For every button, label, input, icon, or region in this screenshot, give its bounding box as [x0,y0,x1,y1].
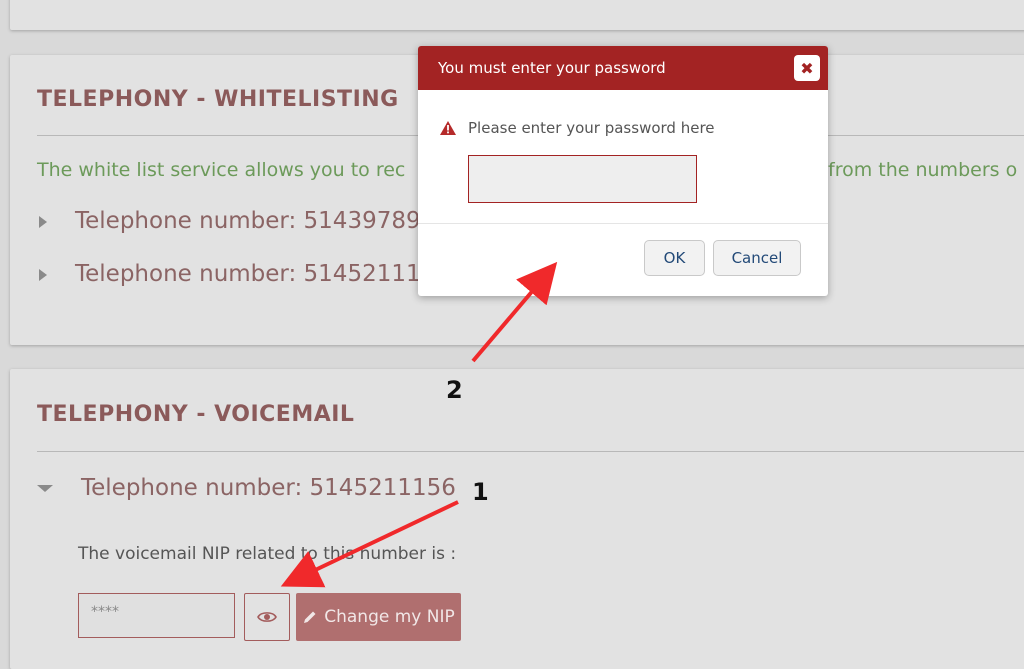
arrow-1 [280,500,459,588]
annotation-arrows [280,261,558,588]
annotation-label-2: 2 [446,376,463,404]
arrow-2 [471,261,558,363]
annotation-label-1: 1 [472,478,489,506]
